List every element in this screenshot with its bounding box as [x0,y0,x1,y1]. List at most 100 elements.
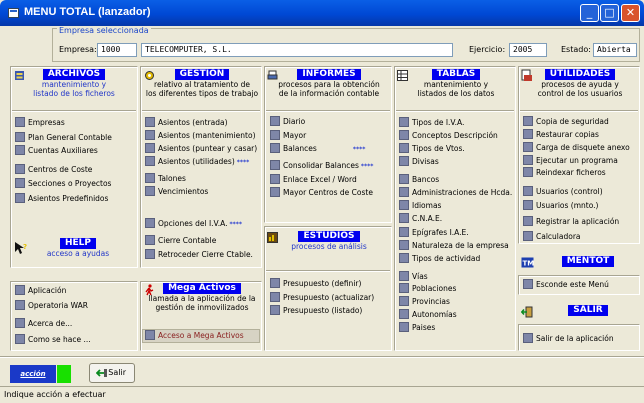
window-title: MENU TOTAL (lanzador) [24,6,151,18]
estudios-header[interactable]: ESTUDIOS procesos de análisis [267,231,391,251]
utilidades-item[interactable]: Ejecutar un programa [523,155,618,167]
separator [142,110,260,112]
informes-item[interactable]: Balances **** [270,143,365,155]
utilidades-item[interactable]: Reindexar ficheros [523,167,606,179]
number-icon [523,200,533,210]
gestion-item[interactable]: Asientos (puntear y casar) [145,143,257,155]
tablas-item[interactable]: Epígrafes I.A.E. [399,227,469,239]
close-button[interactable]: ✕ [621,4,640,22]
help-item[interactable]: Aplicación [15,285,66,297]
tablas-item[interactable]: Tipos de Vtos. [399,143,465,155]
utilidades-item[interactable]: Usuarios (mnto.) [523,200,599,212]
tablas-item[interactable]: Provincias [399,296,450,308]
informes-item[interactable]: Enlace Excel / Word [270,174,357,186]
gestion-item[interactable]: Retroceder Cierre Ctable. [145,249,253,261]
tablas-item[interactable]: Naturaleza de la empresa [399,240,509,252]
archivos-item[interactable]: Asientos Predefinidos [15,193,108,205]
salir-button[interactable]: Salir [89,363,135,383]
footer-separator [0,356,644,358]
gestion-item[interactable]: Vencimientos [145,186,208,198]
empresa-code-field[interactable]: 1000 [97,43,137,57]
ejercicio-field[interactable]: 2005 [509,43,547,57]
gestion-item[interactable]: Asientos (entrada) [145,117,228,129]
archivos-item[interactable]: Empresas [15,117,65,129]
number-icon [523,216,533,226]
ejercicio-label: Ejercicio: [469,45,506,54]
informes-item[interactable]: Diario [270,116,305,128]
help-header[interactable]: HELP acceso a ayudas [30,238,126,258]
estudios-item[interactable]: Presupuesto (listado) [270,305,362,317]
empresa-name-field[interactable]: TELECOMPUTER, S.L. [141,43,453,57]
informes-item[interactable]: Consolidar Balances **** [270,160,373,172]
tablas-item[interactable]: Tipos de actividad [399,253,480,265]
estado-label: Estado: [561,45,591,54]
archivos-item[interactable]: Cuentas Auxiliares [15,145,98,157]
gestion-header[interactable]: GESTIÓN relativo al tratamiento de los dif… [143,69,261,98]
gestion-item[interactable]: Talones [145,173,186,185]
number-icon [15,285,25,295]
number-icon [145,156,155,166]
utilidades-item[interactable]: Usuarios (control) [523,186,603,198]
tablas-item[interactable]: Divisas [399,156,439,168]
archivos-item[interactable]: Secciones o Proyectos [15,178,111,190]
accion-button[interactable]: acción [10,365,56,383]
mentot-item[interactable]: Esconde este Menú [523,279,609,291]
tablas-item[interactable]: Administraciones de Hcda. [399,187,512,199]
empresa-legend: Empresa seleccionada [57,26,151,35]
mega-header[interactable]: Mega Activos llamada a la aplicación de l… [143,283,261,312]
tablas-item[interactable]: Idiomas [399,200,441,212]
help-item[interactable]: Como se hace ... [15,334,91,346]
mega-activos-item[interactable]: Acceso a Mega Activos [145,330,244,342]
number-icon [145,173,155,183]
tablas-item[interactable]: Conceptos Descripción [399,130,498,142]
tablas-item[interactable]: Bancos [399,174,439,186]
salir-header[interactable]: SALIR [538,305,638,316]
tablas-item[interactable]: Vías [399,271,428,283]
tablas-header[interactable]: TABLAS mantenimiento y listados de los dat… [397,69,515,98]
gestion-title: GESTIÓN [174,69,230,80]
utilidades-item[interactable]: Carga de disquete anexo [523,142,630,154]
informes-item[interactable]: Mayor Centros de Coste [270,187,373,199]
mentot-header[interactable]: MENTOT [538,256,638,267]
archivos-item[interactable]: Centros de Coste [15,164,92,176]
utilidades-item[interactable]: Copia de seguridad [523,116,609,128]
estudios-item[interactable]: Presupuesto (actualizar) [270,292,374,304]
maximize-button[interactable]: □ [600,4,619,22]
tablas-item[interactable]: Poblaciones [399,283,456,295]
tablas-item[interactable]: C.N.A.E. [399,213,442,225]
help-sub: acceso a ayudas [46,249,110,258]
salir-item[interactable]: Salir de la aplicación [523,333,614,345]
number-icon [145,130,155,140]
tablas-item[interactable]: Tipos de I.V.A. [399,117,464,129]
mentot-title: MENTOT [561,256,615,267]
tablas-item[interactable]: Autonomías [399,309,457,321]
informes-item[interactable]: Mayor [270,130,306,142]
title-bar[interactable]: MENU TOTAL (lanzador) _ □ ✕ [0,0,644,26]
exit-door-icon [521,306,533,318]
gestion-sub2: los diferentes tipos de trabajo [145,89,259,98]
empresa-label: Empresa: [59,45,97,54]
gestion-item[interactable]: Opciones del I.V.A. **** [145,218,242,230]
help-item[interactable]: Operatoria WAR [15,300,88,312]
number-icon [15,178,25,188]
number-icon [523,333,533,343]
gestion-item[interactable]: Asientos (mantenimiento) [145,130,256,142]
utilidades-item[interactable]: Registrar la aplicación [523,216,619,228]
utilidades-header[interactable]: UTILIDADES procesos de ayuda y control de … [521,69,639,98]
gestion-item[interactable]: Asientos (utilidades) **** [145,156,249,168]
number-icon [270,278,280,288]
utilidades-item[interactable]: Restaurar copias [523,129,599,141]
informes-header[interactable]: INFORMES procesos para la obtención de la … [267,69,391,98]
number-icon [523,231,533,241]
gestion-item[interactable]: Cierre Contable [145,235,216,247]
minimize-button[interactable]: _ [580,4,599,22]
utilidades-item[interactable]: Calculadora [523,231,581,243]
archivos-item[interactable]: Plan General Contable [15,132,112,144]
help-item[interactable]: Acerca de... [15,318,72,330]
estudios-item[interactable]: Presupuesto (definir) [270,278,361,290]
estado-field[interactable]: Abierta [593,43,637,57]
number-icon [270,143,280,153]
tablas-item[interactable]: Paises [399,322,435,334]
archivos-header[interactable]: ARCHIVOS mantenimiento y listado de los fi… [14,69,134,98]
number-icon [145,249,155,259]
